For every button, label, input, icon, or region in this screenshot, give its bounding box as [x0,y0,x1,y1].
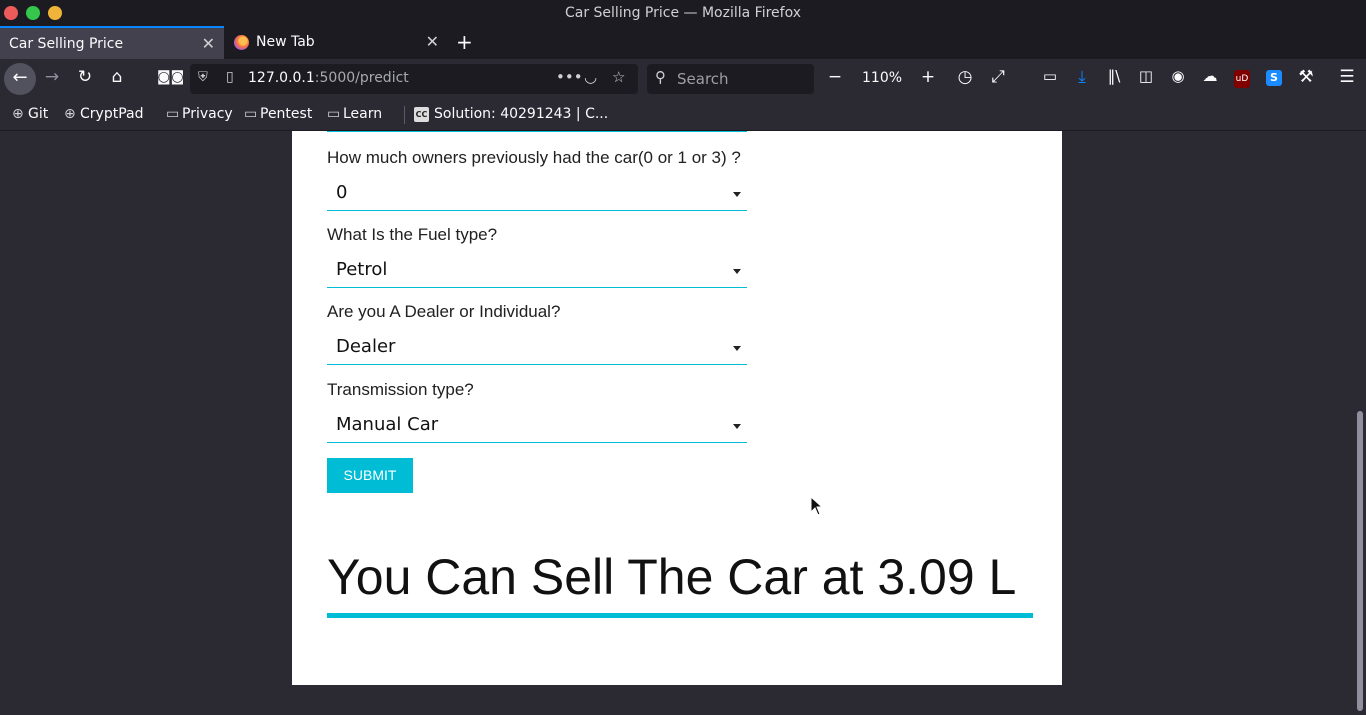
submit-button[interactable]: SUBMIT [327,458,413,493]
extension-icon[interactable]: ☁ [1198,67,1222,85]
tab-new-tab[interactable]: New Tab ✕ [224,26,448,59]
fullscreen-icon[interactable]: ⤢ [986,67,1010,87]
pocket-icon[interactable]: ◡ [584,68,597,86]
bookmark-solution[interactable]: CC Solution: 40291243 | C... [414,106,608,122]
navigation-toolbar: ← → ↻ ⌂ ◙◙ ⛨ ▯ 127.0.0.1:5000/predict ••… [0,59,1366,99]
previous-field-underline [327,131,747,132]
caret-down-icon [733,192,741,197]
tab-bar: Car Selling Price ✕ New Tab ✕ + [0,26,1366,59]
zoom-out-button[interactable]: − [823,67,847,87]
page-icon[interactable]: ▯ [226,69,234,85]
seller-type-field: Are you A Dealer or Individual? Dealer [327,302,747,365]
ublock-icon[interactable]: uD [1234,70,1250,88]
bookmark-folder-privacy[interactable]: ▭ Privacy [166,106,233,122]
owners-field: How much owners previously had the car(0… [327,148,747,211]
bookmark-label: Pentest [260,106,313,122]
page-scrollbar[interactable] [1354,131,1366,715]
downloads-folder-icon[interactable]: ▭ [1038,67,1062,85]
window-title: Car Selling Price — Mozilla Firefox [564,5,802,21]
bookmark-folder-learn[interactable]: ▭ Learn [327,106,382,122]
bookmarks-toolbar: ⊕ Git ⊕ CryptPad ▭ Privacy ▭ Pentest ▭ Learn … [0,99,1366,131]
url-text[interactable]: 127.0.0.1:5000/predict [248,70,409,86]
home-button[interactable]: ⌂ [105,67,129,87]
url-path: :5000/predict [314,70,409,86]
window-titlebar: Car Selling Price — Mozilla Firefox [0,0,1366,26]
zoom-in-button[interactable]: + [916,67,940,87]
fuel-type-field: What Is the Fuel type? Petrol [327,225,747,288]
folder-icon: ▭ [327,106,341,122]
tab-label: New Tab [256,34,315,50]
bookmark-folder-pentest[interactable]: ▭ Pentest [244,106,312,122]
bookmark-label: CryptPad [80,106,144,122]
cc-icon: CC [414,106,429,122]
result-underline [327,613,1033,618]
bookmark-star-icon[interactable]: ☆ [612,68,625,86]
tools-wrench-icon[interactable]: ⚒ [1294,67,1318,87]
account-icon[interactable]: ◉ [1166,67,1190,85]
fuel-type-select[interactable]: Petrol [327,252,747,288]
reload-button[interactable]: ↻ [73,67,97,87]
library-icon[interactable]: ‖\ [1102,67,1126,85]
seller-type-select[interactable]: Dealer [327,329,747,365]
bookmark-label: Git [28,106,49,122]
folder-icon: ▭ [244,106,258,122]
back-button[interactable]: ← [4,63,36,95]
prediction-result: You Can Sell The Car at 3.09 L [327,549,1017,605]
owners-select[interactable]: 0 [327,175,747,211]
private-mask-icon[interactable]: ◙◙ [157,69,184,85]
caret-down-icon [733,269,741,274]
firefox-icon [234,35,249,50]
bookmark-git[interactable]: ⊕ Git [12,106,48,122]
seller-type-label: Are you A Dealer or Individual? [327,302,561,321]
shield-icon[interactable]: ⛨ [198,70,208,85]
transmission-value: Manual Car [336,414,439,435]
url-bar[interactable]: ⛨ ▯ 127.0.0.1:5000/predict ••• ◡ ☆ [190,64,638,94]
search-placeholder: Search [677,70,729,88]
bookmark-label: Privacy [182,106,233,122]
history-icon[interactable]: ◷ [953,67,977,87]
mouse-cursor-icon [810,496,822,516]
fuel-type-value: Petrol [336,259,388,280]
seller-type-value: Dealer [336,336,396,357]
tab-car-selling-price[interactable]: Car Selling Price ✕ [0,26,224,59]
tab-label: Car Selling Price [9,36,124,52]
fuel-type-label: What Is the Fuel type? [327,225,498,244]
page-viewport: How much owners previously had the car(0… [0,131,1366,715]
transmission-label: Transmission type? [327,380,474,399]
page-content: How much owners previously had the car(0… [292,131,1062,685]
folder-icon: ▭ [166,106,180,122]
search-input[interactable]: ⚲ Search [647,64,814,94]
search-icon: ⚲ [655,68,666,86]
globe-icon: ⊕ [64,106,76,122]
sidebar-icon[interactable]: ◫ [1134,67,1158,85]
download-icon[interactable]: ⤓ [1070,67,1094,87]
owners-label: How much owners previously had the car(0… [327,148,741,167]
bookmark-separator [404,106,405,124]
s-extension-icon[interactable]: S [1266,70,1282,86]
tab-close-icon[interactable]: ✕ [202,34,215,53]
owners-value: 0 [336,182,348,203]
menu-hamburger-icon[interactable]: ☰ [1335,67,1359,87]
tab-close-icon[interactable]: ✕ [426,32,439,51]
new-tab-button[interactable]: + [456,30,473,54]
zoom-level[interactable]: 110% [862,70,902,86]
page-actions-icon[interactable]: ••• [556,68,583,86]
scrollbar-thumb[interactable] [1357,411,1363,711]
bookmark-cryptpad[interactable]: ⊕ CryptPad [64,106,143,122]
forward-button[interactable]: → [40,67,64,87]
caret-down-icon [733,424,741,429]
bookmark-label: Learn [343,106,383,122]
transmission-field: Transmission type? Manual Car [327,380,747,443]
url-host: 127.0.0.1 [248,70,315,86]
caret-down-icon [733,346,741,351]
globe-icon: ⊕ [12,106,24,122]
transmission-select[interactable]: Manual Car [327,407,747,443]
bookmark-label: Solution: 40291243 | C... [434,106,609,122]
